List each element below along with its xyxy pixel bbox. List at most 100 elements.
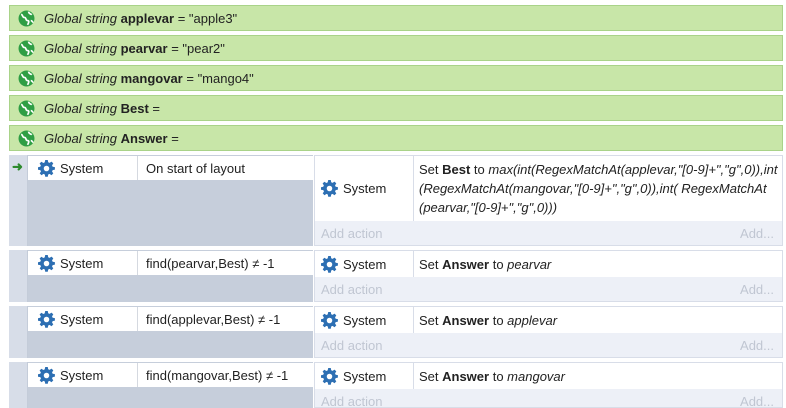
condition-object-name: System xyxy=(60,367,104,383)
action-to: to xyxy=(470,162,489,177)
action-object-name: System xyxy=(343,312,387,328)
condition-row[interactable]: System find(pearvar,Best) ≠ -1 xyxy=(28,251,313,275)
action-to: to xyxy=(489,313,508,328)
global-var-applevar[interactable]: Global string applevar = "apple3" xyxy=(9,5,783,31)
action-expression: pearvar xyxy=(507,257,552,272)
action-variable: Answer xyxy=(442,369,490,384)
gear-icon xyxy=(321,311,338,329)
condition-object-name: System xyxy=(60,311,104,327)
action-area[interactable]: System Set Answer to pearvar Add action … xyxy=(314,250,783,302)
condition-row[interactable]: System find(applevar,Best) ≠ -1 xyxy=(28,307,313,331)
add-menu-link[interactable]: Add... xyxy=(740,282,774,297)
add-menu-link[interactable]: Add... xyxy=(740,338,774,353)
action-object[interactable]: System xyxy=(315,251,414,277)
action-object-name: System xyxy=(343,368,387,384)
action-variable: Answer xyxy=(442,313,490,328)
event-block-pearvar[interactable]: System find(pearvar,Best) ≠ -1 System Se… xyxy=(9,250,783,302)
var-keyword: Global string xyxy=(44,70,117,86)
gear-icon xyxy=(321,180,338,197)
action-area[interactable]: System Set Best to max(int(RegexMatchAt(… xyxy=(314,155,783,246)
add-action-link[interactable]: Add action xyxy=(321,282,382,297)
event-margin[interactable] xyxy=(9,250,28,302)
gear-icon xyxy=(38,254,55,272)
global-var-answer[interactable]: Global string Answer = xyxy=(9,125,783,151)
event-margin[interactable] xyxy=(9,362,28,408)
gear-icon xyxy=(321,367,338,385)
condition-object[interactable]: System xyxy=(28,251,138,275)
action-text: Set Answer to pearvar xyxy=(419,251,778,274)
var-name: pearvar xyxy=(120,40,168,56)
gear-icon xyxy=(38,310,55,328)
condition-object[interactable]: System xyxy=(28,156,138,180)
add-menu-link[interactable]: Add... xyxy=(740,394,774,408)
condition-object[interactable]: System xyxy=(28,307,138,331)
globe-icon xyxy=(18,100,35,116)
condition-text: find(pearvar,Best) ≠ -1 xyxy=(146,255,275,271)
gear-icon xyxy=(321,255,338,273)
var-name: mangovar xyxy=(120,70,183,86)
condition-text: On start of layout xyxy=(146,160,245,176)
condition-object-name: System xyxy=(60,160,104,176)
action-area[interactable]: System Set Answer to mangovar Add action… xyxy=(314,362,783,408)
action-row[interactable]: System Set Best to max(int(RegexMatchAt(… xyxy=(315,156,782,221)
condition-object[interactable]: System xyxy=(28,363,138,387)
event-block-mangovar[interactable]: System find(mangovar,Best) ≠ -1 System S… xyxy=(9,362,783,408)
globe-icon xyxy=(18,40,35,56)
condition-row[interactable]: System find(mangovar,Best) ≠ -1 xyxy=(28,363,313,387)
var-value: = "pear2" xyxy=(167,40,225,56)
action-expression: mangovar xyxy=(507,369,565,384)
global-var-best[interactable]: Global string Best = xyxy=(9,95,783,121)
action-verb: Set xyxy=(419,369,443,384)
action-row[interactable]: System Set Answer to applevar xyxy=(315,307,782,333)
action-verb: Set xyxy=(419,162,443,177)
action-text: Set Answer to applevar xyxy=(419,307,778,330)
add-action-link[interactable]: Add action xyxy=(321,226,382,241)
action-text: Set Answer to mangovar xyxy=(419,363,778,386)
var-keyword: Global string xyxy=(44,40,117,56)
action-variable: Best xyxy=(442,162,471,177)
var-keyword: Global string xyxy=(44,100,117,116)
action-row[interactable]: System Set Answer to pearvar xyxy=(315,251,782,277)
action-object[interactable]: System xyxy=(315,156,414,221)
event-margin[interactable] xyxy=(9,306,28,358)
action-to: to xyxy=(489,369,508,384)
var-name: Best xyxy=(120,100,149,116)
gear-icon xyxy=(38,159,55,177)
condition-row[interactable]: System On start of layout xyxy=(28,156,313,180)
var-value: = xyxy=(167,130,179,146)
gear-icon xyxy=(38,366,55,384)
var-value: = "apple3" xyxy=(174,10,238,26)
action-verb: Set xyxy=(419,313,443,328)
var-value: = xyxy=(148,100,161,116)
action-to: to xyxy=(489,257,508,272)
arrow-right-icon: ➜ xyxy=(12,159,23,174)
action-object[interactable]: System xyxy=(315,363,414,389)
condition-text: find(applevar,Best) ≠ -1 xyxy=(146,311,281,327)
action-text: Set Best to max(int(RegexMatchAt(appleva… xyxy=(419,156,778,217)
var-name: applevar xyxy=(120,10,175,26)
action-row[interactable]: System Set Answer to mangovar xyxy=(315,363,782,389)
condition-text: find(mangovar,Best) ≠ -1 xyxy=(146,367,289,383)
globe-icon xyxy=(18,10,35,26)
event-block-start-of-layout[interactable]: ➜ System On start of layout System Set B… xyxy=(9,155,783,246)
action-object-name: System xyxy=(343,181,387,196)
globe-icon xyxy=(18,70,35,86)
action-object-name: System xyxy=(343,256,387,272)
global-var-pearvar[interactable]: Global string pearvar = "pear2" xyxy=(9,35,783,61)
event-margin[interactable]: ➜ xyxy=(9,155,28,246)
action-variable: Answer xyxy=(442,257,490,272)
var-value: = "mango4" xyxy=(182,70,254,86)
global-var-mangovar[interactable]: Global string mangovar = "mango4" xyxy=(9,65,783,91)
condition-object-name: System xyxy=(60,255,104,271)
action-area[interactable]: System Set Answer to applevar Add action… xyxy=(314,306,783,358)
action-verb: Set xyxy=(419,257,443,272)
add-action-link[interactable]: Add action xyxy=(321,338,382,353)
add-action-link[interactable]: Add action xyxy=(321,394,382,408)
var-keyword: Global string xyxy=(44,130,117,146)
var-keyword: Global string xyxy=(44,10,117,26)
add-menu-link[interactable]: Add... xyxy=(740,226,774,241)
event-block-applevar[interactable]: System find(applevar,Best) ≠ -1 System S… xyxy=(9,306,783,358)
action-object[interactable]: System xyxy=(315,307,414,333)
var-name: Answer xyxy=(120,130,168,146)
action-expression: applevar xyxy=(507,313,558,328)
